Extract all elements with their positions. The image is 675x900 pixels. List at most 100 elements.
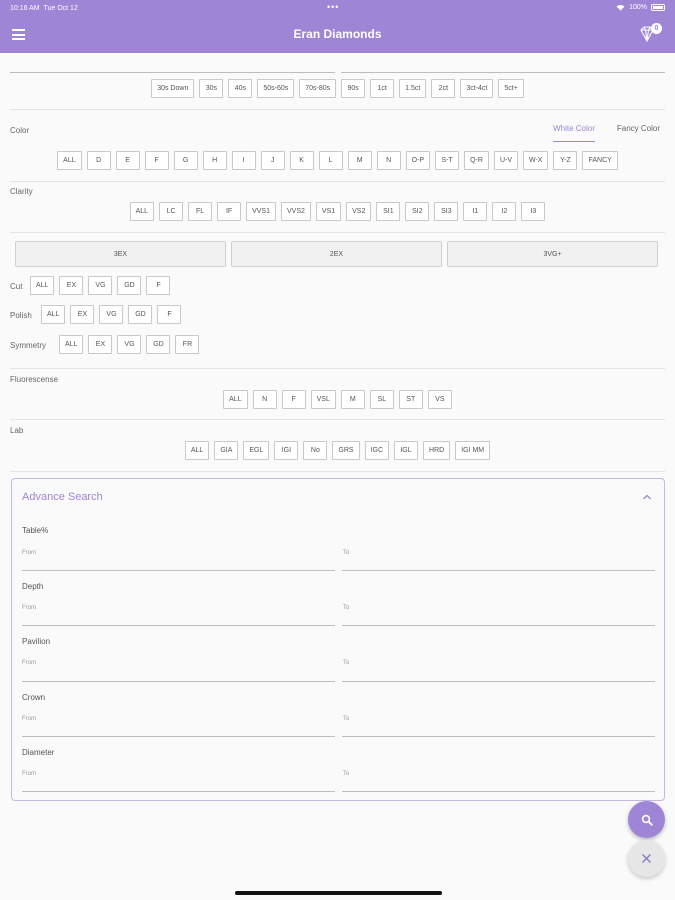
multitasking-dots-icon[interactable]: ••• — [327, 2, 339, 12]
lab-option[interactable]: IGI — [274, 441, 299, 460]
clarity-option[interactable]: I1 — [463, 202, 488, 221]
clarity-option[interactable]: SI1 — [376, 202, 401, 221]
color-option[interactable]: U-V — [493, 151, 518, 170]
search-button[interactable] — [628, 801, 665, 838]
make-2ex-button[interactable]: 2EX — [231, 241, 442, 267]
clarity-option[interactable]: VVS1 — [246, 202, 276, 221]
polish-option[interactable]: GD — [128, 305, 153, 324]
color-option[interactable]: O-P — [405, 151, 431, 170]
size-option[interactable]: 5ct+ — [498, 79, 524, 98]
clarity-option[interactable]: VVS2 — [281, 202, 311, 221]
lab-option[interactable]: No — [303, 441, 328, 460]
polish-option[interactable]: EX — [70, 305, 95, 324]
fluorescence-option[interactable]: ST — [398, 390, 423, 409]
carat-from-underline[interactable] — [10, 72, 335, 73]
chevron-up-icon[interactable] — [642, 493, 652, 501]
size-option[interactable]: 30s Down — [151, 79, 195, 98]
polish-option[interactable]: ALL — [41, 305, 66, 324]
color-option[interactable]: N — [376, 151, 401, 170]
table-from-input[interactable] — [22, 570, 335, 571]
size-option[interactable]: 2ct — [431, 79, 456, 98]
lab-option[interactable]: IGI MM — [455, 441, 491, 460]
fluorescence-option[interactable]: N — [252, 390, 277, 409]
lab-option[interactable]: GIA — [214, 441, 239, 460]
symmetry-option[interactable]: ALL — [59, 335, 84, 354]
clarity-option[interactable]: VS2 — [346, 202, 372, 221]
lab-option[interactable]: GRS — [332, 441, 360, 460]
diameter-from-input[interactable] — [22, 791, 335, 792]
clarity-option[interactable]: I2 — [492, 202, 517, 221]
fluorescence-option[interactable]: VS — [427, 390, 452, 409]
color-option[interactable]: G — [173, 151, 198, 170]
lab-option[interactable]: ALL — [184, 441, 210, 460]
lab-option[interactable]: IGC — [364, 441, 390, 460]
color-option[interactable]: H — [202, 151, 227, 170]
color-option[interactable]: D — [86, 151, 111, 170]
clarity-option[interactable]: SI2 — [405, 202, 430, 221]
depth-to-input[interactable] — [342, 625, 655, 626]
color-option[interactable]: S-T — [435, 151, 460, 170]
lab-option[interactable]: IGL — [394, 441, 419, 460]
size-option[interactable]: 90s — [341, 79, 366, 98]
clarity-option[interactable]: FL — [188, 202, 213, 221]
size-option[interactable]: 30s — [199, 79, 224, 98]
crown-to-input[interactable] — [342, 736, 655, 737]
color-option[interactable]: I — [231, 151, 256, 170]
pavilion-from-input[interactable] — [22, 681, 335, 682]
depth-from-input[interactable] — [22, 625, 335, 626]
color-option[interactable]: ALL — [57, 151, 82, 170]
symmetry-option[interactable]: GD — [146, 335, 171, 354]
color-option[interactable]: FANCY — [582, 151, 618, 170]
color-option[interactable]: K — [289, 151, 314, 170]
advance-search-title[interactable]: Advance Search — [22, 491, 103, 503]
lab-option[interactable]: HRD — [423, 441, 451, 460]
color-option[interactable]: L — [318, 151, 343, 170]
size-option[interactable]: 1ct — [370, 79, 395, 98]
cut-option[interactable]: EX — [59, 276, 84, 295]
size-option[interactable]: 50s-60s — [257, 79, 295, 98]
make-3vg-button[interactable]: 3VG+ — [447, 241, 658, 267]
color-option[interactable]: J — [260, 151, 285, 170]
diamond-cart-button[interactable]: 0 — [637, 23, 662, 46]
symmetry-option[interactable]: VG — [117, 335, 142, 354]
clarity-option[interactable]: I3 — [521, 202, 546, 221]
color-option[interactable]: M — [347, 151, 372, 170]
pavilion-to-input[interactable] — [342, 681, 655, 682]
cut-option[interactable]: VG — [88, 276, 113, 295]
crown-from-input[interactable] — [22, 736, 335, 737]
make-3ex-button[interactable]: 3EX — [15, 241, 226, 267]
symmetry-option[interactable]: EX — [88, 335, 113, 354]
polish-option[interactable]: F — [157, 305, 182, 324]
fluorescence-option[interactable]: M — [340, 390, 365, 409]
symmetry-option[interactable]: FR — [175, 335, 200, 354]
polish-option[interactable]: VG — [99, 305, 124, 324]
lab-option[interactable]: EGL — [243, 441, 270, 460]
color-option[interactable]: Q-R — [464, 151, 489, 170]
reset-button[interactable] — [628, 840, 665, 877]
fluorescence-option[interactable]: VSL — [310, 390, 336, 409]
size-option[interactable]: 3ct-4ct — [460, 79, 494, 98]
cut-option[interactable]: ALL — [30, 276, 55, 295]
fluorescence-option[interactable]: ALL — [223, 390, 248, 409]
clarity-option[interactable]: VS1 — [315, 202, 342, 221]
size-option[interactable]: 40s — [228, 79, 253, 98]
table-to-input[interactable] — [342, 570, 655, 571]
diameter-to-input[interactable] — [342, 791, 655, 792]
clarity-option[interactable]: SI3 — [434, 202, 459, 221]
color-option[interactable]: Y-Z — [553, 151, 578, 170]
size-option[interactable]: 1.5ct — [399, 79, 427, 98]
tab-fancy-color[interactable]: Fancy Color — [617, 124, 660, 142]
fluorescence-option[interactable]: F — [281, 390, 306, 409]
color-option[interactable]: F — [144, 151, 169, 170]
color-option[interactable]: E — [115, 151, 140, 170]
clarity-option[interactable]: ALL — [129, 202, 155, 221]
clarity-option[interactable]: IF — [217, 202, 242, 221]
fluorescence-option[interactable]: SL — [369, 390, 394, 409]
color-option[interactable]: W-X — [523, 151, 549, 170]
tab-white-color[interactable]: White Color — [553, 124, 595, 142]
cut-option[interactable]: GD — [117, 276, 142, 295]
size-option[interactable]: 70s-80s — [299, 79, 337, 98]
cut-option[interactable]: F — [146, 276, 171, 295]
home-indicator[interactable] — [235, 891, 442, 895]
clarity-option[interactable]: LC — [159, 202, 184, 221]
